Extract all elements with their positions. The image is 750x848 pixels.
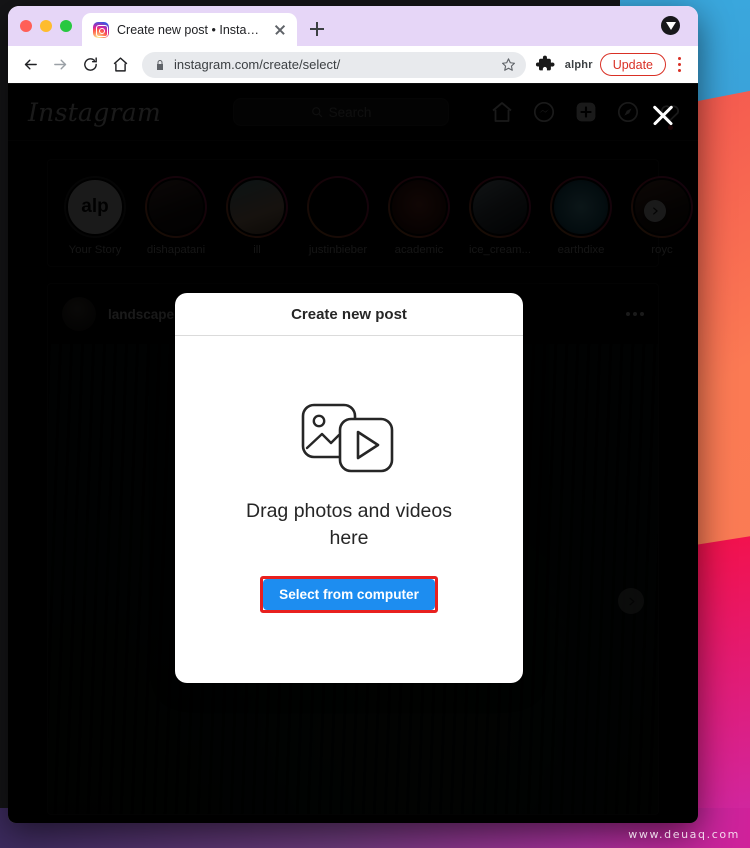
modal-title: Create new post <box>291 305 407 323</box>
browser-tab-strip: Create new post • Instagram <box>8 6 698 46</box>
photo-video-icon <box>301 404 394 473</box>
back-arrow-icon <box>24 59 37 70</box>
lock-icon <box>157 59 163 70</box>
new-tab-button[interactable] <box>303 15 331 43</box>
close-overlay-icon[interactable] <box>650 102 676 128</box>
home-icon <box>113 57 127 72</box>
extension-alphr-button[interactable]: alphr <box>560 59 598 71</box>
modal-body: Drag photos and videos here Select from … <box>175 336 523 683</box>
forward-arrow-icon <box>53 59 66 70</box>
star-icon[interactable] <box>501 57 516 72</box>
create-new-post-modal: Create new post Drag photos and videos h… <box>175 293 523 683</box>
minimize-window-button[interactable] <box>40 20 52 32</box>
address-bar-url: instagram.com/create/select/ <box>174 57 341 72</box>
browser-window: Create new post • Instagram instagram.co… <box>8 6 698 823</box>
browser-profile-avatar-icon[interactable] <box>661 16 680 35</box>
forward-button[interactable] <box>46 51 74 79</box>
browser-menu-button[interactable] <box>668 52 690 78</box>
browser-tab[interactable]: Create new post • Instagram <box>82 13 297 46</box>
reload-button[interactable] <box>76 51 104 79</box>
modal-header: Create new post <box>175 293 523 336</box>
watermark: www.deuaq.com <box>628 828 740 841</box>
reload-icon <box>83 57 97 71</box>
close-window-button[interactable] <box>20 20 32 32</box>
page-viewport: Instagram Search <box>8 84 698 823</box>
home-button[interactable] <box>106 51 134 79</box>
instagram-favicon-icon <box>93 21 109 38</box>
puzzle-piece-icon <box>535 55 555 70</box>
address-bar[interactable]: instagram.com/create/select/ <box>142 51 526 78</box>
browser-toolbar: instagram.com/create/select/ alphr Updat… <box>8 46 698 84</box>
back-button[interactable] <box>16 51 44 79</box>
tab-close-icon[interactable] <box>272 22 288 38</box>
maximize-window-button[interactable] <box>60 20 72 32</box>
tab-title: Create new post • Instagram <box>117 22 264 37</box>
drop-instructions: Drag photos and videos here <box>246 500 452 549</box>
window-traffic-lights <box>8 6 82 46</box>
select-button-highlight: Select from computer <box>260 575 438 613</box>
extensions-button[interactable] <box>534 53 558 77</box>
update-button[interactable]: Update <box>599 53 666 76</box>
select-from-computer-button[interactable]: Select from computer <box>263 578 435 610</box>
